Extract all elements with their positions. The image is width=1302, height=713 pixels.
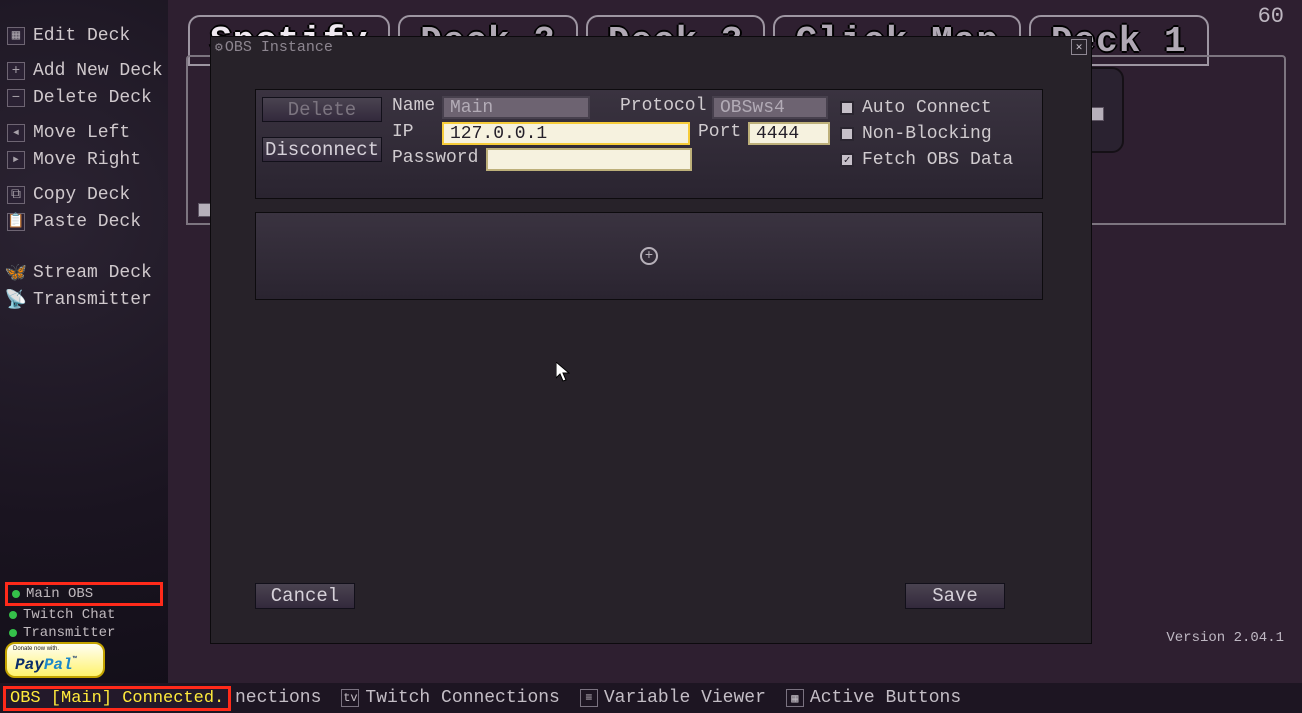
dialog-title-text: OBS Instance — [225, 39, 333, 56]
paypal-donate-button[interactable]: Donate now with. PayPal™ — [5, 642, 105, 678]
add-instance-button[interactable]: + — [640, 247, 658, 265]
checkbox-icon — [840, 127, 854, 141]
save-button[interactable]: Save — [905, 583, 1005, 609]
checkbox-label: Fetch OBS Data — [862, 150, 1013, 170]
sidebar-add-deck[interactable]: + Add New Deck — [0, 57, 168, 84]
paypal-pal: Pal — [44, 656, 73, 674]
sidebar-item-label: Edit Deck — [33, 26, 130, 46]
port-field[interactable] — [748, 122, 830, 145]
sidebar-item-label: Delete Deck — [33, 88, 152, 108]
gear-icon: ⚙ — [215, 40, 223, 55]
cancel-button[interactable]: Cancel — [255, 583, 355, 609]
grid-icon: ▦ — [786, 689, 804, 707]
dialog-title: ⚙OBS Instance — [215, 39, 333, 56]
minus-icon: − — [7, 89, 25, 107]
sidebar-copy-deck[interactable]: ⧉ Copy Deck — [0, 181, 168, 208]
connection-label: Main OBS — [26, 586, 93, 602]
arrow-left-icon: ◂ — [7, 124, 25, 142]
transmitter-icon: 📡 — [7, 291, 25, 309]
sidebar-move-left[interactable]: ◂ Move Left — [0, 119, 168, 146]
delete-button[interactable]: Delete — [262, 97, 382, 122]
status-message: OBS [Main] Connected. — [3, 686, 231, 711]
paypal-donate-text: Donate now with. — [13, 646, 59, 652]
sidebar-item-label: Add New Deck — [33, 61, 163, 81]
sidebar-paste-deck[interactable]: 📋 Paste Deck — [0, 208, 168, 235]
port-label: Port — [698, 122, 741, 142]
plus-icon: + — [645, 248, 653, 264]
paypal-tm: ™ — [73, 656, 77, 664]
status-dot-icon — [12, 590, 20, 598]
variable-icon: ≡ — [580, 689, 598, 707]
fetch-obs-data-checkbox[interactable]: ✓ Fetch OBS Data — [840, 150, 1013, 170]
status-dot-icon — [9, 611, 17, 619]
sidebar-item-label: Move Right — [33, 150, 141, 170]
connection-label: Twitch Chat — [23, 607, 115, 623]
arrow-right-icon: ▸ — [7, 151, 25, 169]
bottom-tab-label: Variable Viewer — [604, 688, 766, 708]
bottom-tab-label: nections — [235, 688, 321, 708]
password-field[interactable] — [486, 148, 692, 171]
bottom-tab-label: Active Buttons — [810, 688, 961, 708]
plus-icon: + — [7, 62, 25, 80]
protocol-label: Protocol — [620, 96, 706, 116]
butterfly-icon: 🦋 — [7, 264, 25, 282]
sidebar-item-label: Move Left — [33, 123, 130, 143]
connection-transmitter[interactable]: Transmitter — [5, 624, 163, 642]
connection-twitch-chat[interactable]: Twitch Chat — [5, 606, 163, 624]
bottom-tab-twitch[interactable]: tv Twitch Connections — [331, 683, 569, 713]
name-field[interactable] — [442, 96, 590, 119]
bottom-tab-label: Twitch Connections — [365, 688, 559, 708]
sidebar-stream-deck[interactable]: 🦋 Stream Deck — [0, 259, 168, 286]
status-dot-icon — [9, 629, 17, 637]
sidebar-item-label: Paste Deck — [33, 212, 141, 232]
obs-instance-dialog: ⚙OBS Instance ✕ Delete Disconnect Name P… — [210, 36, 1092, 644]
connection-label: Transmitter — [23, 625, 115, 641]
close-icon: ✕ — [1076, 40, 1083, 54]
mouse-cursor-icon — [556, 362, 570, 382]
sidebar-transmitter[interactable]: 📡 Transmitter — [0, 286, 168, 313]
paste-icon: 📋 — [7, 213, 25, 231]
copy-icon: ⧉ — [7, 186, 25, 204]
auto-connect-checkbox[interactable]: Auto Connect — [840, 98, 992, 118]
close-button[interactable]: ✕ — [1071, 39, 1087, 55]
sidebar-item-label: Stream Deck — [33, 263, 152, 283]
checkbox-label: Non-Blocking — [862, 124, 992, 144]
sidebar-connections: Main OBS Twitch Chat Transmitter Donate … — [5, 582, 163, 678]
sidebar-item-label: Transmitter — [33, 290, 152, 310]
bottom-tab-connections[interactable]: nections — [225, 683, 331, 713]
twitch-icon: tv — [341, 689, 359, 707]
sidebar-delete-deck[interactable]: −Delete Deck — [0, 84, 168, 111]
version-label: Version 2.04.1 — [1166, 630, 1284, 646]
protocol-field[interactable] — [712, 96, 828, 119]
ip-label: IP — [392, 122, 414, 142]
paypal-pay: Pay — [15, 656, 44, 674]
name-label: Name — [392, 96, 435, 116]
connection-main-obs[interactable]: Main OBS — [5, 582, 163, 606]
add-instance-panel: + — [255, 212, 1043, 300]
sidebar-edit-deck[interactable]: ▦ Edit Deck — [0, 22, 168, 49]
sidebar-move-right[interactable]: ▸ Move Right — [0, 146, 168, 173]
sidebar: ▦ Edit Deck + Add New Deck −Delete Deck ◂ M… — [0, 0, 168, 713]
sidebar-item-label: Copy Deck — [33, 185, 130, 205]
bottom-tab-active-buttons[interactable]: ▦ Active Buttons — [776, 683, 971, 713]
password-label: Password — [392, 148, 478, 168]
checkbox-icon: ✓ — [840, 153, 854, 167]
grid-icon: ▦ — [7, 27, 25, 45]
disconnect-button[interactable]: Disconnect — [262, 137, 382, 162]
non-blocking-checkbox[interactable]: Non-Blocking — [840, 124, 992, 144]
instance-settings-panel: Delete Disconnect Name Protocol IP Port … — [255, 89, 1043, 199]
checkbox-label: Auto Connect — [862, 98, 992, 118]
bottom-tab-variable-viewer[interactable]: ≡ Variable Viewer — [570, 683, 776, 713]
checkbox-icon — [840, 101, 854, 115]
ip-field[interactable] — [442, 122, 690, 145]
fps-counter: 60 — [1258, 4, 1284, 29]
